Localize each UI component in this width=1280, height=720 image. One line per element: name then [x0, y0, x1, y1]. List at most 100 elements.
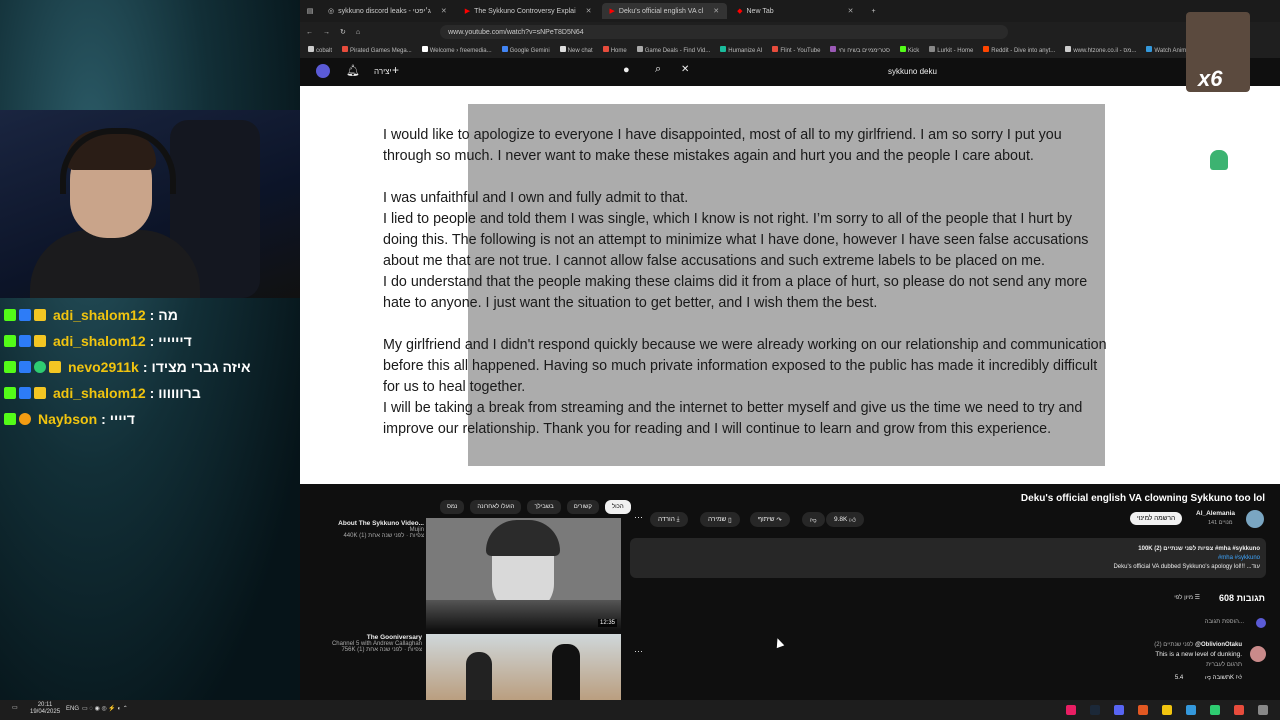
bookmark-item[interactable]: www.htzone.co.il - מס... — [1065, 46, 1136, 54]
new-tab-icon[interactable]: + — [871, 8, 875, 15]
chat-message: nevo2911k : איזה גברי מצידו — [4, 354, 296, 380]
rec-meta: 440K צפיות · לפני שנה אחת (1) — [343, 533, 424, 539]
channel-avatar[interactable] — [1246, 510, 1264, 528]
gift-badge-icon — [34, 335, 46, 347]
browser-tab-active[interactable]: ▶ Deku's official english VA cl ✕ — [601, 3, 728, 19]
search-icon[interactable]: ⌕ — [655, 63, 661, 76]
chip[interactable]: בשבילך — [527, 500, 561, 514]
description-tags[interactable]: #mha #sykkuno — [1218, 555, 1260, 561]
translate-link[interactable]: תרגום לעברית — [1154, 662, 1242, 668]
browser-tab[interactable]: ▶ The Sykkuno Controversy Explai ✕ — [457, 3, 600, 19]
bookmark-item[interactable]: Flint - YouTube — [772, 46, 820, 54]
dislike-button[interactable]: 👎︎ — [802, 512, 825, 527]
browser-tab[interactable]: ◆ New Tab ✕ — [729, 3, 861, 19]
avatar[interactable] — [316, 64, 330, 78]
sub-badge-icon — [19, 387, 31, 399]
recommended-video[interactable]: The Gooniversary Channel 5 with Andrew C… — [320, 634, 422, 653]
close-tab-icon[interactable]: ✕ — [441, 7, 447, 15]
chip[interactable]: קשורים — [566, 500, 599, 514]
save-button[interactable]: שמירה ▯ — [700, 512, 740, 527]
more-options-icon[interactable]: ⋯ — [634, 646, 643, 657]
bookmark-item[interactable]: Google Gemini — [501, 46, 550, 54]
chip-all[interactable]: הכול — [604, 500, 631, 514]
app-icon[interactable] — [1186, 705, 1196, 715]
search-input[interactable]: sykkuno deku — [888, 67, 937, 76]
bookmark-item[interactable]: סטריממיים בשיח וחי — [830, 46, 890, 54]
bell-icon[interactable]: 🔔︎ — [346, 64, 360, 77]
rec-thumbnail[interactable] — [426, 634, 621, 704]
bookmark-item[interactable]: Humanize AI — [720, 46, 762, 54]
back-icon[interactable]: ← — [306, 29, 313, 36]
bookmark-item[interactable]: Kick — [899, 46, 919, 54]
rec-thumbnail[interactable]: 12:35 — [426, 518, 621, 630]
bookmark-item[interactable]: Reddit - Dive into anyt... — [983, 46, 1055, 54]
close-tab-icon[interactable]: ✕ — [848, 7, 854, 15]
chat-username: nevo2911k — [68, 359, 139, 375]
chat-text: מה — [158, 307, 178, 323]
stream-chat: adi_shalom12 : מה adi_shalom12 : דיייייי… — [4, 302, 296, 432]
video-description[interactable]: 100K צפיות לפני שנתיים (2) #mha #sykkuno… — [630, 538, 1266, 578]
bookmark-favicon-icon — [501, 46, 508, 52]
bookmark-favicon-icon — [772, 46, 779, 52]
video-player[interactable]: I would like to apologize to everyone I … — [300, 86, 1280, 484]
kick-badge-icon — [4, 335, 16, 347]
url-field[interactable]: www.youtube.com/watch?v=sNPeT8D5N64 — [440, 25, 1009, 39]
system-tray-icons[interactable]: ▭ ◌ ◉ ◎ ⚡ ◐ ⌃ — [82, 705, 128, 712]
steam-icon[interactable] — [1090, 705, 1100, 715]
chat-username: adi_shalom12 — [53, 333, 146, 349]
bookmark-favicon-icon — [830, 46, 837, 52]
video-actions: ⋯ הורדה ⤓ שמירה ▯ שיתוף ↷ 👎︎ 9.8K 👍︎ הרש… — [630, 510, 1270, 528]
bookmark-item[interactable]: Home — [602, 46, 627, 54]
reply-button[interactable]: תשובה — [1213, 675, 1230, 681]
download-button[interactable]: הורדה ⤓ — [650, 512, 688, 527]
chip[interactable]: הועלו לאחרונה — [470, 500, 522, 514]
reload-icon[interactable]: ↻ — [340, 28, 346, 36]
create-label[interactable]: יצירה — [374, 67, 392, 76]
tab-list-icon[interactable]: ▤ — [300, 7, 320, 15]
notifications-icon[interactable]: ▭ — [12, 704, 18, 711]
firefox-icon[interactable] — [1138, 705, 1148, 715]
clear-search-icon[interactable]: ✕ — [681, 64, 689, 75]
youtube-favicon-icon: ▶ — [464, 8, 471, 15]
bookmark-item[interactable]: Game Deals - Find Vid... — [636, 46, 710, 54]
language-indicator[interactable]: ENG — [66, 706, 79, 712]
bookmark-item[interactable]: Welcome › freemedia... — [421, 46, 492, 54]
subscribe-button[interactable]: הרשמה למינוי — [1130, 512, 1183, 525]
app-icon[interactable] — [1210, 705, 1220, 715]
bookmark-item[interactable]: Lurkit - Home — [929, 46, 973, 54]
share-button[interactable]: שיתוף ↷ — [750, 512, 790, 527]
thumbnail-hair — [486, 520, 560, 556]
home-icon[interactable]: ⌂ — [356, 29, 360, 36]
rec-meta: 756K צפיות · לפני שנה אחת (1) — [341, 647, 422, 653]
apology-statement: I would like to apologize to everyone I … — [383, 125, 1213, 461]
statement-line: My girlfriend and I didn't respond quick… — [383, 337, 1107, 353]
sort-button[interactable]: מיון לפי ☰ — [1174, 594, 1200, 601]
bookmark-favicon-icon — [929, 46, 936, 52]
add-comment-input[interactable]: הוספת תגובה... — [1205, 619, 1244, 625]
forward-icon[interactable]: → — [323, 29, 330, 36]
create-plus-icon[interactable]: + — [392, 63, 399, 77]
chip[interactable]: נמס — [440, 500, 465, 514]
more-actions-icon[interactable]: ⋯ — [634, 512, 643, 523]
comment-author[interactable]: @OblivionOtaku — [1195, 642, 1242, 648]
channel-name[interactable]: Al_Alemania — [1196, 510, 1235, 517]
bookmark-item[interactable]: cobalt — [308, 46, 332, 54]
file-explorer-icon[interactable] — [1162, 705, 1172, 715]
bookmark-item[interactable]: New chat — [559, 46, 593, 54]
subscriber-count: 141 מנויים — [1208, 520, 1233, 526]
clock[interactable]: 20:11 19/04/2025 — [30, 702, 60, 716]
browser-tab[interactable]: ◎ sykkuno discord leaks - ג׳יפטי ✕ — [320, 3, 455, 19]
app-icon[interactable] — [1234, 705, 1244, 715]
like-button[interactable]: 9.8K 👍︎ — [826, 512, 864, 527]
close-tab-icon[interactable]: ✕ — [586, 7, 592, 15]
bookmark-item[interactable]: Pirated Games Mega... — [342, 46, 412, 54]
recommended-video[interactable]: About The Sykkuno Video... Mujin 440K צפ… — [334, 520, 424, 539]
close-tab-icon[interactable]: ✕ — [713, 7, 719, 15]
mic-icon[interactable]: ● — [623, 64, 630, 76]
commenter-avatar[interactable] — [1250, 646, 1266, 662]
comment-dislike-icon[interactable]: 👎︎ — [1205, 675, 1211, 681]
comment-like-icon[interactable]: 👍︎ — [1236, 675, 1242, 681]
discord-icon[interactable] — [1114, 705, 1124, 715]
media-app-icon[interactable] — [1066, 705, 1076, 715]
app-icon[interactable] — [1258, 705, 1268, 715]
